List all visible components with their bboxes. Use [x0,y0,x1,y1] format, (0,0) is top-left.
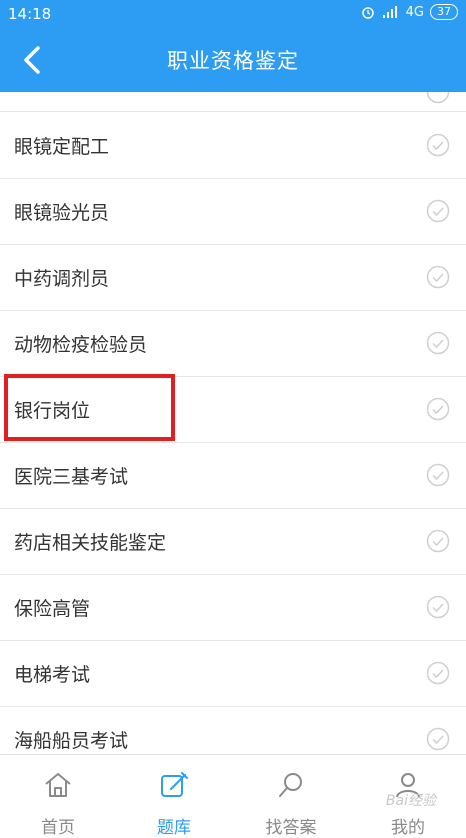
search-icon [279,773,302,797]
list-item-label: 电梯考试 [14,664,91,686]
highlight-box [4,374,175,441]
bottom-tab-bar: 首页 题库 找答案 我的 Bai经验 [0,754,466,838]
signal-icon [382,6,397,18]
tab-find-answer[interactable]: 找答案 [233,755,349,838]
tab-label: 首页 [41,818,75,838]
tab-label: 找答案 [265,818,317,838]
page-title: 职业资格鉴定 [167,49,299,73]
tab-home[interactable]: 首页 [0,755,116,838]
list-item[interactable]: 药店相关技能鉴定 [0,508,466,575]
check-circle-icon[interactable] [426,529,450,553]
list-item[interactable]: 中药调剂员 [0,244,466,311]
nav-bar: 职业资格鉴定 [0,28,466,92]
home-icon [45,773,71,797]
tab-label: 我的 [391,818,425,838]
check-circle-icon[interactable] [426,133,450,157]
check-circle-icon[interactable] [426,727,450,751]
status-time: 14:18 [8,5,52,23]
tab-question-bank[interactable]: 题库 [116,755,232,838]
list-item[interactable]: 眼镜定配工 [0,112,466,179]
status-icons: 4G 37 [360,4,458,20]
check-circle-icon-partial [426,92,450,104]
check-circle-icon[interactable] [426,463,450,487]
list-item-label: 保险高管 [14,598,91,620]
battery-icon: 37 [430,4,458,20]
list-item[interactable]: 眼镜验光员 [0,178,466,245]
list-item-label: 中药调剂员 [14,268,110,290]
list-item-label: 眼镜验光员 [14,202,110,224]
network-label: 4G [405,4,424,20]
check-circle-icon[interactable] [426,331,450,355]
watermark-text: Bai经验 [385,793,436,809]
edit-icon [161,772,188,797]
list-item-label: 动物检疫检验员 [14,334,148,356]
status-bar: 14:18 4G 37 [0,0,466,28]
tab-label: 题库 [157,818,191,838]
list-item-label: 海船船员考试 [14,730,129,752]
list-item[interactable]: 海船船员考试 [0,706,466,754]
check-circle-icon[interactable] [426,397,450,421]
check-circle-icon[interactable] [426,199,450,223]
check-circle-icon[interactable] [426,265,450,289]
list-item[interactable]: 保险高管 [0,574,466,641]
check-circle-icon[interactable] [426,661,450,685]
check-circle-icon[interactable] [426,595,450,619]
list-item-label: 眼镜定配工 [14,136,110,158]
list-item[interactable]: 医院三基考试 [0,442,466,509]
list-item-label: 药店相关技能鉴定 [14,532,167,554]
list-item-label: 医院三基考试 [14,466,129,488]
list-item[interactable]: 动物检疫检验员 [0,310,466,377]
alarm-icon [361,7,374,19]
list-item[interactable]: 电梯考试 [0,640,466,707]
